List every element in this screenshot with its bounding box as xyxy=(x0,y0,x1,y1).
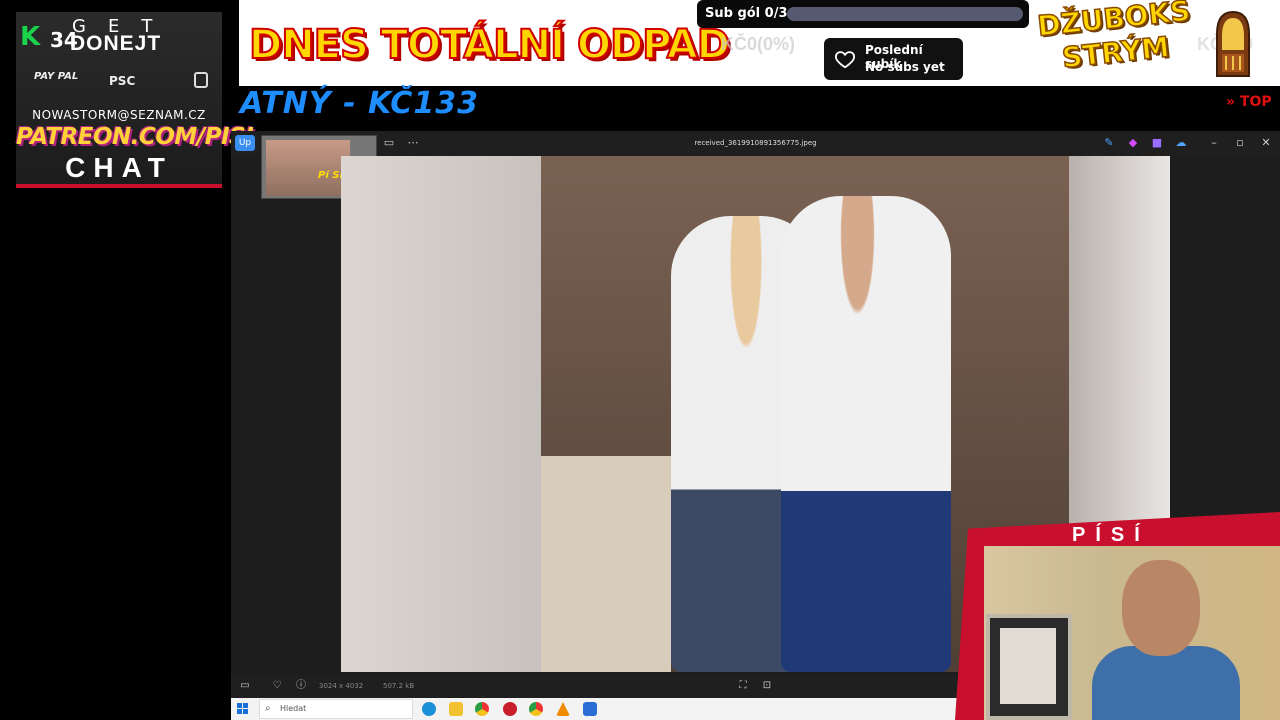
photo-wall-left xyxy=(341,156,541,672)
donate-panel: K 34 GET DONEJT PAY PAL PSC NOWASTORM@SE… xyxy=(16,12,254,188)
file-name: received_3619910891356775.jpeg xyxy=(694,139,817,147)
photos-titlebar: Up ▭ ⋯ received_3619910891356775.jpeg ✎ … xyxy=(231,131,1280,156)
photo-wall-right xyxy=(1069,156,1170,546)
heart-icon xyxy=(834,51,856,69)
sub-goal-track xyxy=(787,7,1023,21)
vlc-icon[interactable] xyxy=(556,702,570,716)
framed-picture-inner xyxy=(1000,628,1056,704)
kick-logo-icon: K xyxy=(20,22,41,52)
wall-framed-picture xyxy=(986,614,1072,720)
sms-phone-icon xyxy=(194,72,208,88)
windows-start-icon[interactable] xyxy=(237,703,248,714)
webcam-feed xyxy=(984,546,1280,720)
taskbar-search-placeholder: Hledat xyxy=(280,704,307,713)
actual-size-icon[interactable]: ⊡ xyxy=(761,680,773,692)
paypal-icon: PAY PAL xyxy=(34,71,79,82)
favorite-heart-icon[interactable]: ♡ xyxy=(271,680,283,692)
chrome-icon[interactable] xyxy=(475,702,489,716)
image-file-size: 507.2 kB xyxy=(383,682,415,690)
donate-email: NOWASTORM@SEZNAM.CZ xyxy=(32,108,206,122)
streamer-head xyxy=(1122,560,1200,656)
photo-person-man xyxy=(781,196,951,672)
patreon-link: PATREON.COM/PISI xyxy=(16,124,254,150)
jukebox-icon xyxy=(1216,10,1250,77)
fit-to-window-icon[interactable]: ⛶ xyxy=(737,680,749,692)
taskbar-search-box[interactable]: ⌕ Hledat xyxy=(259,699,413,719)
close-icon[interactable]: ✕ xyxy=(1259,136,1273,150)
file-explorer-icon[interactable] xyxy=(449,702,463,716)
obs-app-icon[interactable] xyxy=(503,702,517,716)
banner-title: DNES TOTÁLNÍ ODPAD xyxy=(248,21,731,69)
sub-goal-label: Sub gól 0/3 xyxy=(705,6,788,21)
filmstrip-icon[interactable]: ▭ xyxy=(239,680,251,692)
image-dimensions: 3024 x 4032 xyxy=(319,682,364,690)
info-icon[interactable]: ⓘ xyxy=(295,680,307,692)
donation-amount-faded: KČ0(0%) xyxy=(721,34,796,54)
clipchamp-icon[interactable]: ■ xyxy=(1151,137,1163,149)
onedrive-icon[interactable]: ☁ xyxy=(1175,137,1187,149)
minimize-icon[interactable]: – xyxy=(1207,136,1221,150)
donejt-label: DONEJT xyxy=(70,32,162,55)
last-sub-box: Poslední subík No subs yet xyxy=(824,38,963,80)
thumbnail-face-image xyxy=(266,140,350,196)
top-banner: DNES TOTÁLNÍ ODPAD Sub gól 0/3 KČ0(0%) P… xyxy=(239,0,1280,86)
edit-image-icon[interactable]: ✎ xyxy=(1103,137,1115,149)
designer-icon[interactable]: ◆ xyxy=(1127,137,1139,149)
top-donor-label: » TOP xyxy=(1226,94,1272,110)
psc-icon: PSC xyxy=(109,74,136,88)
edge-icon[interactable] xyxy=(422,702,436,716)
last-sub-text: No subs yet xyxy=(865,60,945,74)
webcam-title: PÍSÍ xyxy=(1072,524,1150,546)
maximize-icon[interactable]: ▫ xyxy=(1233,136,1247,150)
chrome-icon-2[interactable] xyxy=(529,702,543,716)
photos-app-icon[interactable] xyxy=(583,702,597,716)
donation-ticker: ATNÝ - KČ133 xyxy=(240,86,479,121)
jukebox-title: DŽUBOKS STRÝM xyxy=(1035,0,1192,75)
sub-goal-bar: Sub gól 0/3 xyxy=(697,0,1029,28)
photo-table xyxy=(541,456,671,672)
streamer-body xyxy=(1092,646,1240,720)
chat-label: CHAT xyxy=(65,152,173,183)
search-icon: ⌕ xyxy=(265,703,271,714)
